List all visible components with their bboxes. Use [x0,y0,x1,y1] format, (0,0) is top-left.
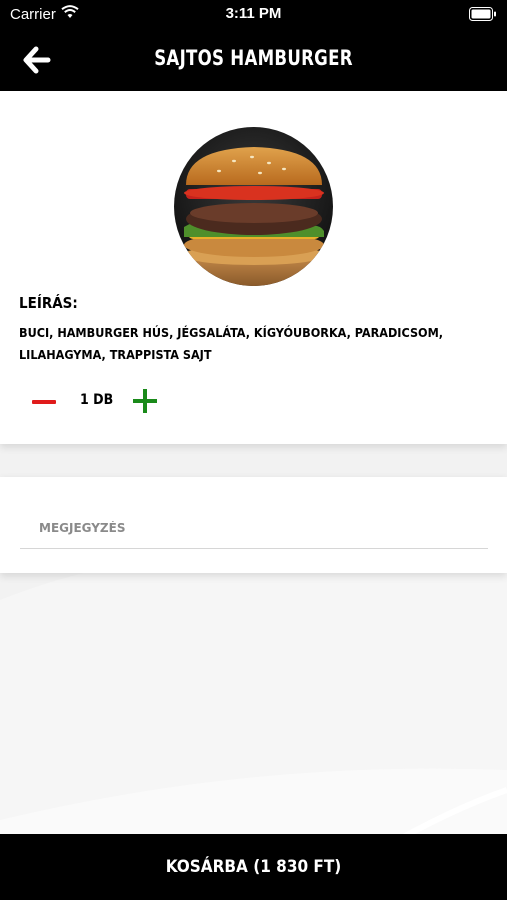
status-bar: Carrier 3:11 PM [0,0,507,28]
add-to-cart-label: KOSÁRBA (1 830 FT) [165,857,342,877]
increase-quantity-button[interactable] [128,386,162,416]
product-card: LEÍRÁS: BUCI, HAMBURGER HÚS, JÉGSALÁTA, … [0,91,507,444]
note-input[interactable] [20,507,488,549]
quantity-stepper: 1 DB [0,386,200,416]
navigation-bar: SAJTOS HAMBURGER [0,28,507,91]
note-card [0,477,507,573]
battery-icon [469,7,497,25]
page-title: SAJTOS HAMBURGER [154,46,353,70]
add-to-cart-button[interactable]: KOSÁRBA (1 830 FT) [0,834,507,900]
burger-photo [174,127,333,286]
description-text: BUCI, HAMBURGER HÚS, JÉGSALÁTA, KÍGYÓUBO… [19,325,444,362]
description-label: LEÍRÁS: [19,294,78,312]
minus-icon [32,400,56,404]
status-time: 3:11 PM [225,5,282,22]
decrease-quantity-button[interactable] [28,388,62,414]
quantity-value: 1 DB [80,392,114,408]
